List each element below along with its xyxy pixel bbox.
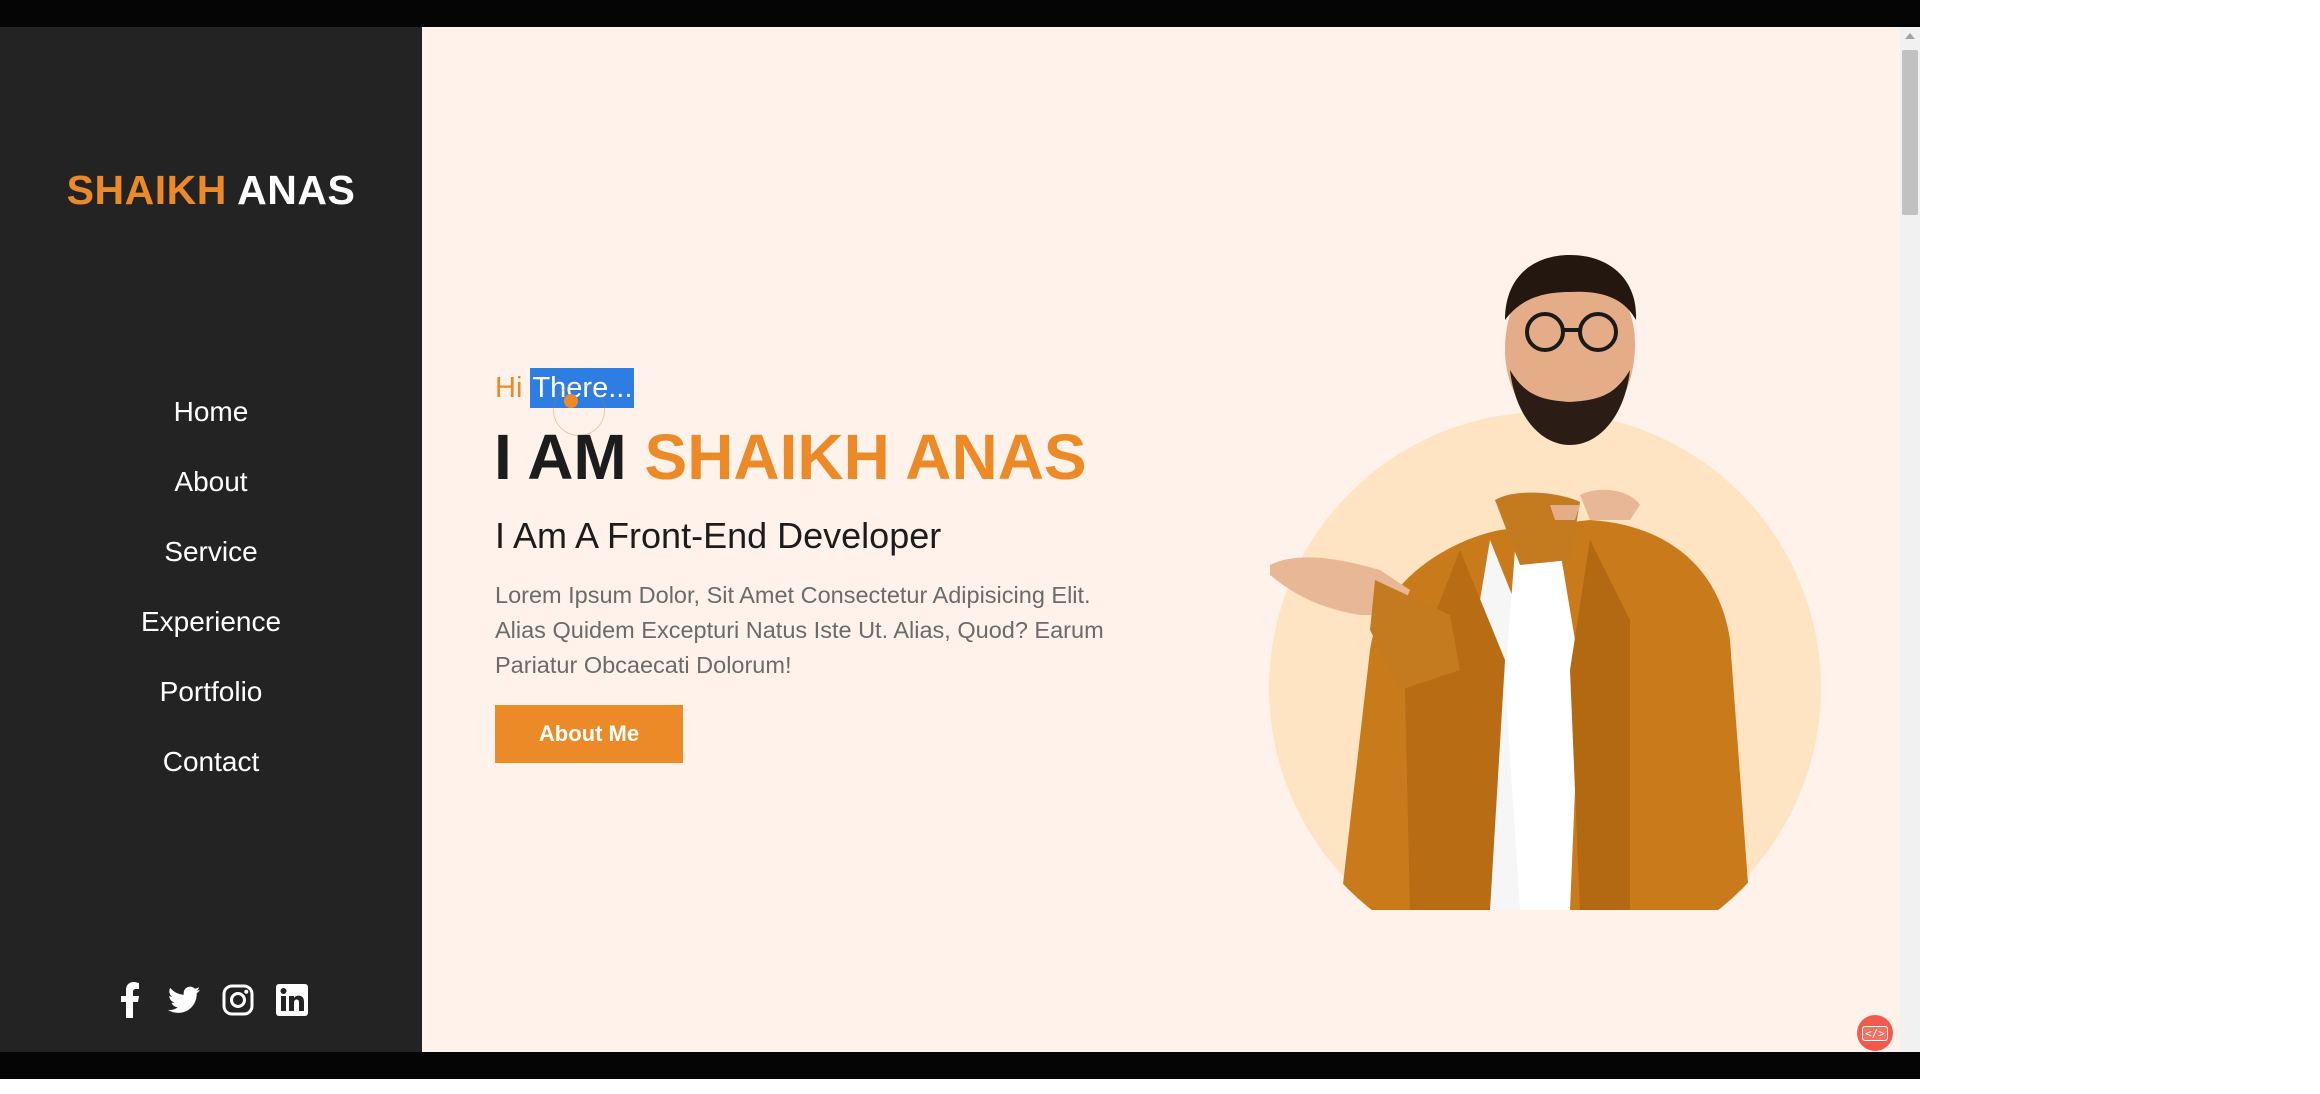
hero-section: Hi There... I AM SHAIKH ANAS I Am A Fron… — [422, 27, 1900, 1052]
nav-item-experience[interactable]: Experience — [0, 587, 422, 657]
hero-title-accent: SHAIKH ANAS — [644, 421, 1087, 493]
facebook-icon[interactable] — [114, 982, 146, 1018]
hero-title: I AM SHAIKH ANAS — [494, 420, 1087, 494]
code-floating-button[interactable]: </> — [1857, 1015, 1893, 1051]
hero-subtitle: I Am A Front-End Developer — [495, 515, 942, 556]
logo-first-word: SHAIKH — [66, 167, 227, 213]
about-me-button[interactable]: About Me — [495, 705, 683, 763]
top-black-bar — [0, 0, 1920, 27]
hero-title-plain: I AM — [494, 421, 645, 493]
nav-item-home[interactable]: Home — [0, 377, 422, 447]
scrollbar-thumb[interactable] — [1902, 50, 1918, 215]
sidebar: SHAIKH ANAS Home About Service Experienc… — [0, 27, 422, 1052]
nav-item-portfolio[interactable]: Portfolio — [0, 657, 422, 727]
sidebar-nav: Home About Service Experience Portfolio … — [0, 377, 422, 797]
site-logo[interactable]: SHAIKH ANAS — [0, 167, 422, 214]
scroll-up-arrow-icon[interactable] — [1905, 33, 1915, 39]
greeting-plain: Hi — [495, 372, 531, 404]
instagram-icon[interactable] — [222, 982, 254, 1018]
vertical-scrollbar[interactable] — [1900, 27, 1920, 1052]
code-icon: </> — [1862, 1025, 1888, 1041]
hero-portrait-image — [1269, 255, 1821, 910]
logo-second-word: ANAS — [226, 167, 356, 213]
bottom-black-bar — [0, 1052, 1920, 1079]
nav-item-contact[interactable]: Contact — [0, 727, 422, 797]
social-links — [0, 982, 422, 1018]
nav-item-about[interactable]: About — [0, 447, 422, 517]
nav-item-service[interactable]: Service — [0, 517, 422, 587]
mouse-cursor-dot — [564, 394, 578, 408]
linkedin-icon[interactable] — [276, 982, 308, 1018]
twitter-icon[interactable] — [168, 982, 200, 1018]
hero-description: Lorem Ipsum Dolor, Sit Amet Consectetur … — [495, 582, 1104, 678]
